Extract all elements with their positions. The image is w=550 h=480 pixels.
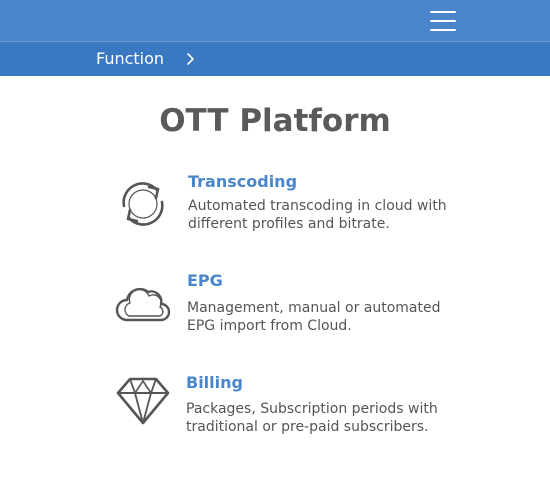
feature-title: Transcoding	[188, 172, 298, 191]
feature-description: Automated transcoding in cloud with diff…	[188, 198, 447, 232]
hamburger-menu-line	[430, 20, 456, 22]
feature-description: Packages, Subscription periods with trad…	[186, 401, 438, 435]
breadcrumb-function-link[interactable]: Function	[96, 49, 164, 69]
hamburger-menu-line	[430, 29, 456, 31]
page-title: OTT Platform	[159, 103, 391, 139]
feature-description: Management, manual or automated EPG impo…	[187, 300, 441, 334]
breadcrumb: Function	[0, 41, 550, 76]
top-header-bar	[0, 0, 550, 41]
feature-title: Billing	[186, 373, 243, 392]
sync-arrows-icon	[122, 182, 164, 226]
cloud-icon	[115, 287, 171, 322]
hamburger-menu-button[interactable]	[430, 11, 456, 31]
chevron-right-icon[interactable]	[184, 52, 198, 66]
hamburger-menu-icon	[430, 11, 456, 13]
diamond-icon	[116, 377, 170, 425]
feature-title: EPG	[187, 271, 223, 290]
